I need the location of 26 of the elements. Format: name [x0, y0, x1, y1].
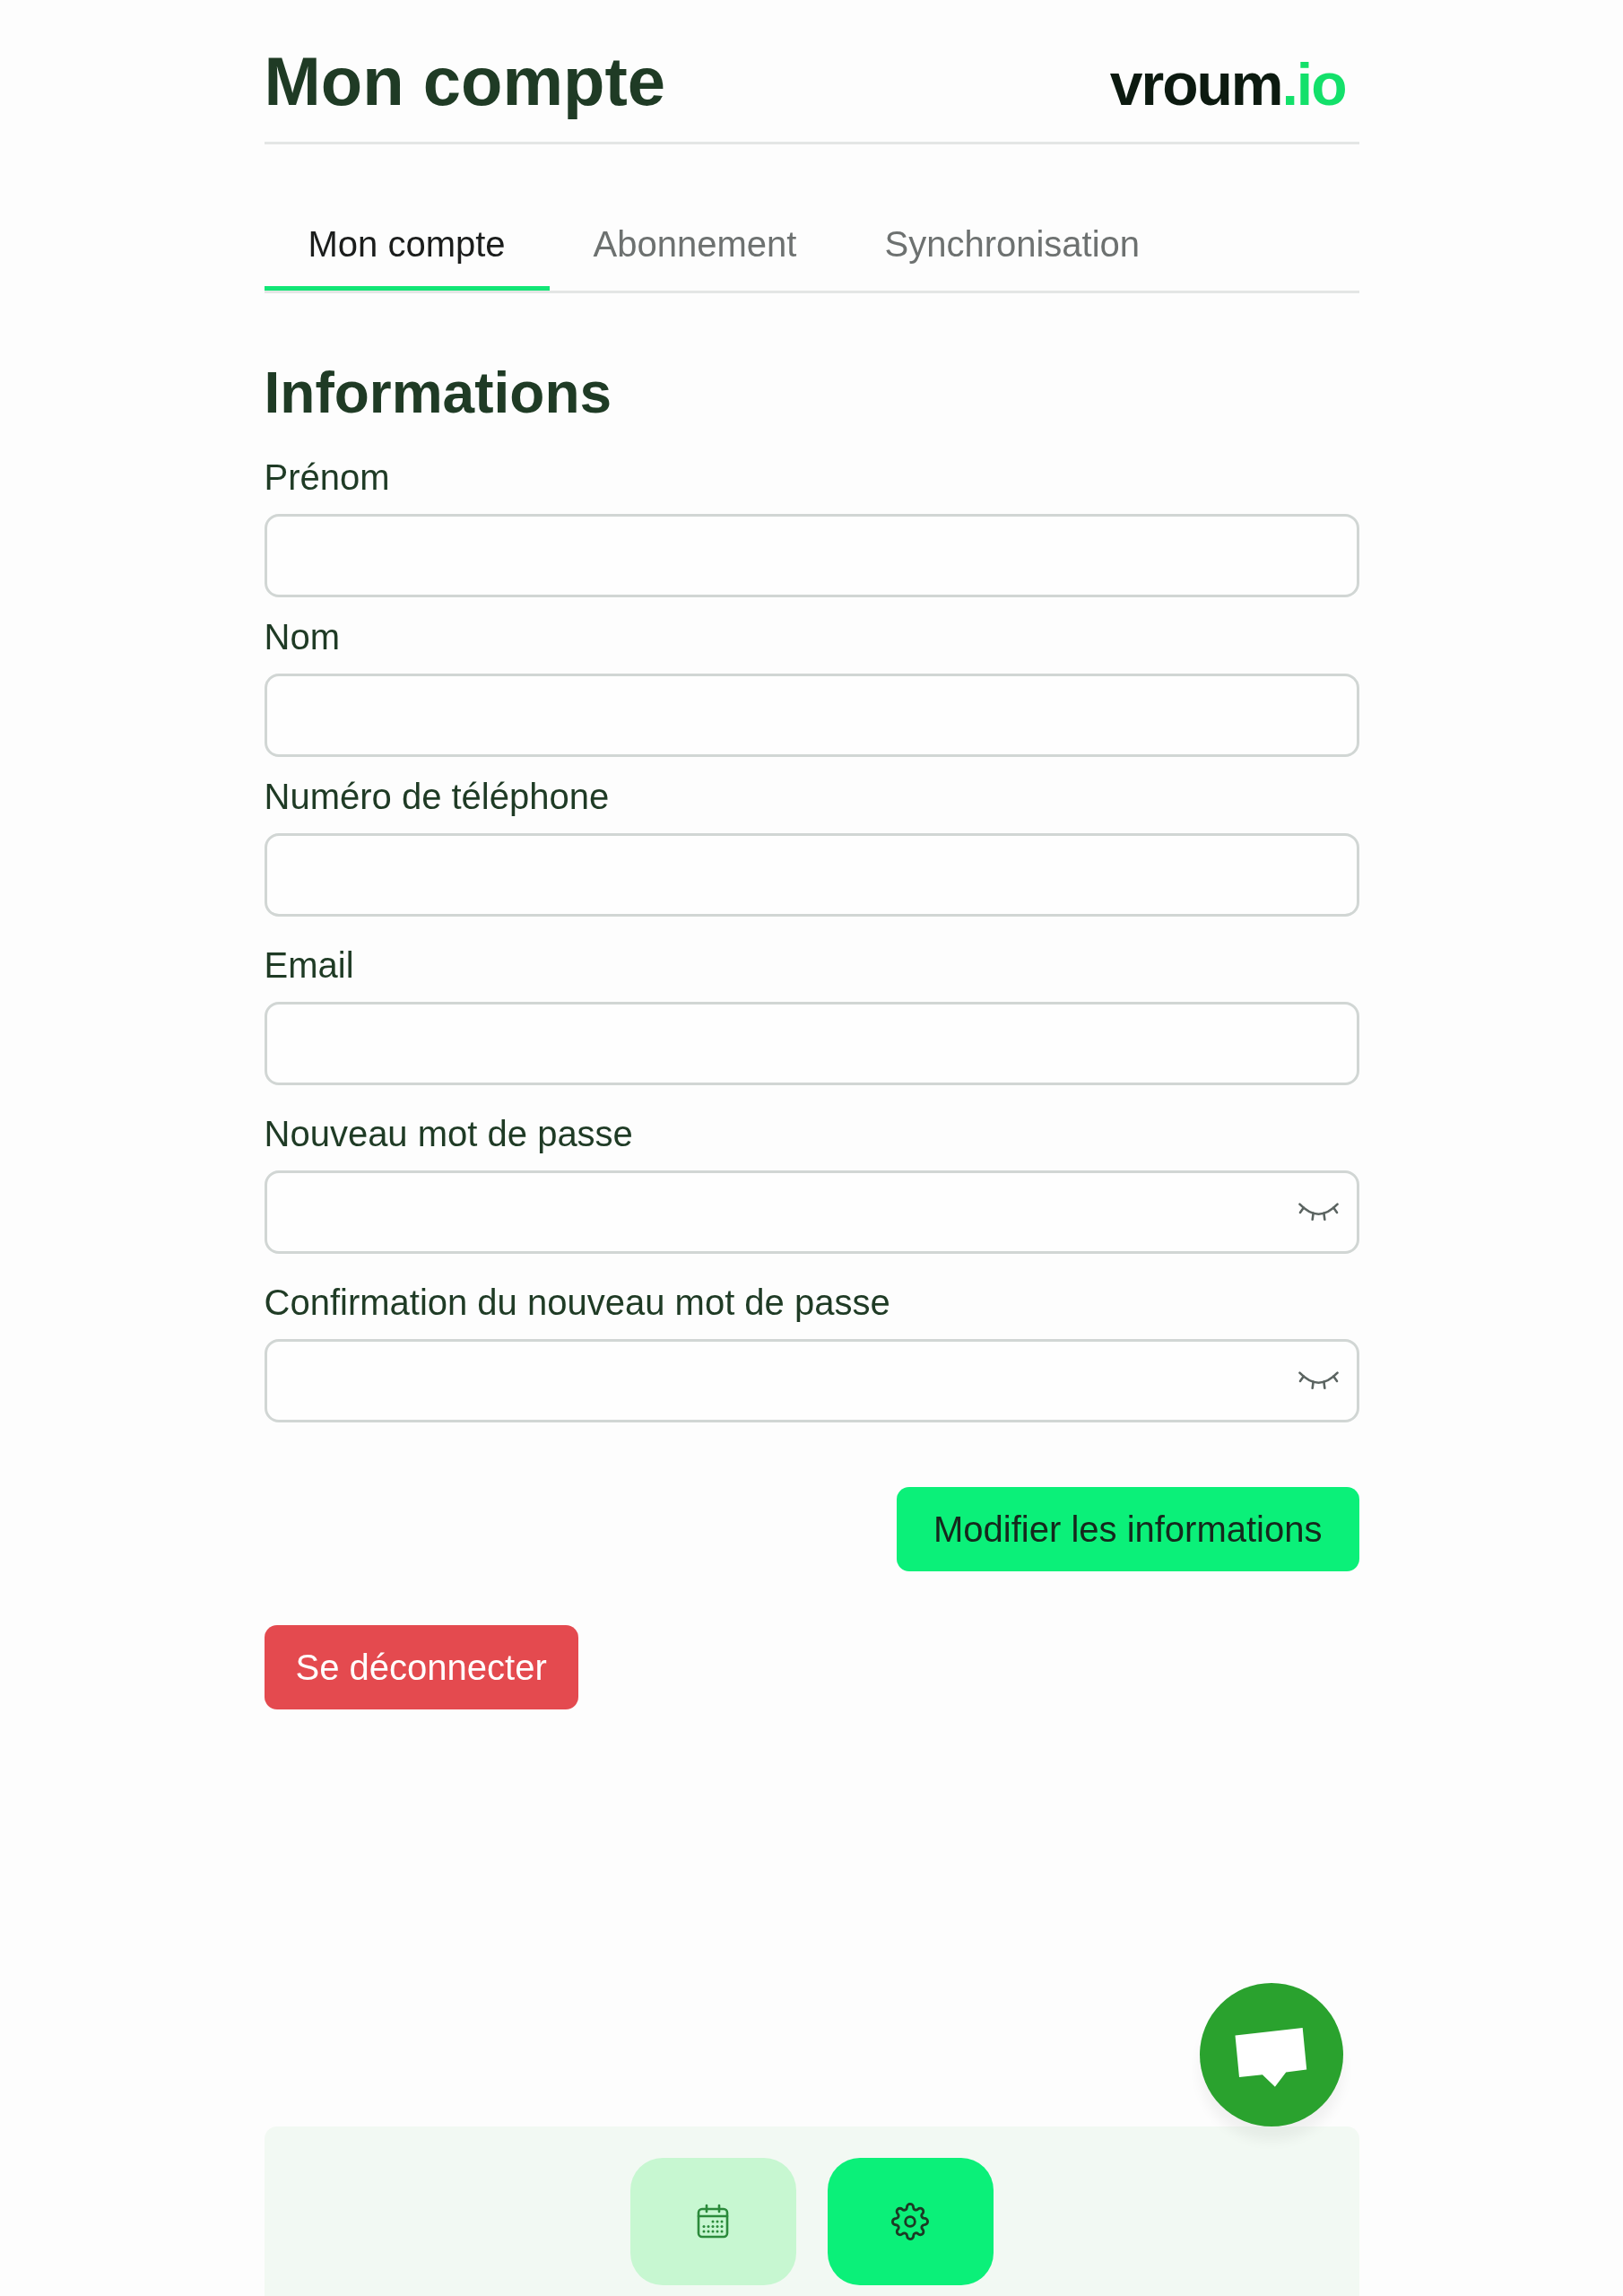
field-label: Confirmation du nouveau mot de passe	[264, 1282, 891, 1325]
logo: vroum.io	[1109, 55, 1346, 114]
tab[interactable]: Synchronisation	[840, 201, 1185, 291]
password-field[interactable]	[264, 1170, 1359, 1255]
logout-button[interactable]: Se déconnecter	[264, 1625, 578, 1710]
input-field[interactable]	[264, 1002, 1359, 1086]
field-label: Email	[264, 944, 355, 987]
settings-icon	[891, 2203, 929, 2240]
chat-icon	[1235, 2028, 1307, 2087]
field-label: Prénom	[264, 457, 391, 500]
input-field[interactable]	[264, 514, 1359, 598]
calendar-button[interactable]	[629, 2158, 796, 2285]
password-field[interactable]	[264, 1339, 1359, 1423]
field-label: Nouveau mot de passe	[264, 1113, 634, 1156]
section-heading: Informations	[264, 360, 613, 428]
calendar-icon	[695, 2204, 731, 2239]
field-label: Numéro de téléphone	[264, 776, 611, 819]
closed-eye-icon[interactable]	[1298, 1370, 1339, 1391]
settings-button[interactable]	[827, 2158, 994, 2285]
page-title: Mon compte	[264, 42, 666, 121]
tab[interactable]: Abonnement	[549, 201, 841, 291]
input-field[interactable]	[264, 833, 1359, 918]
submit-button[interactable]: Modifier les informations	[897, 1487, 1359, 1572]
input-field[interactable]	[264, 674, 1359, 758]
field-label: Nom	[264, 616, 341, 659]
closed-eye-icon[interactable]	[1298, 1202, 1339, 1222]
